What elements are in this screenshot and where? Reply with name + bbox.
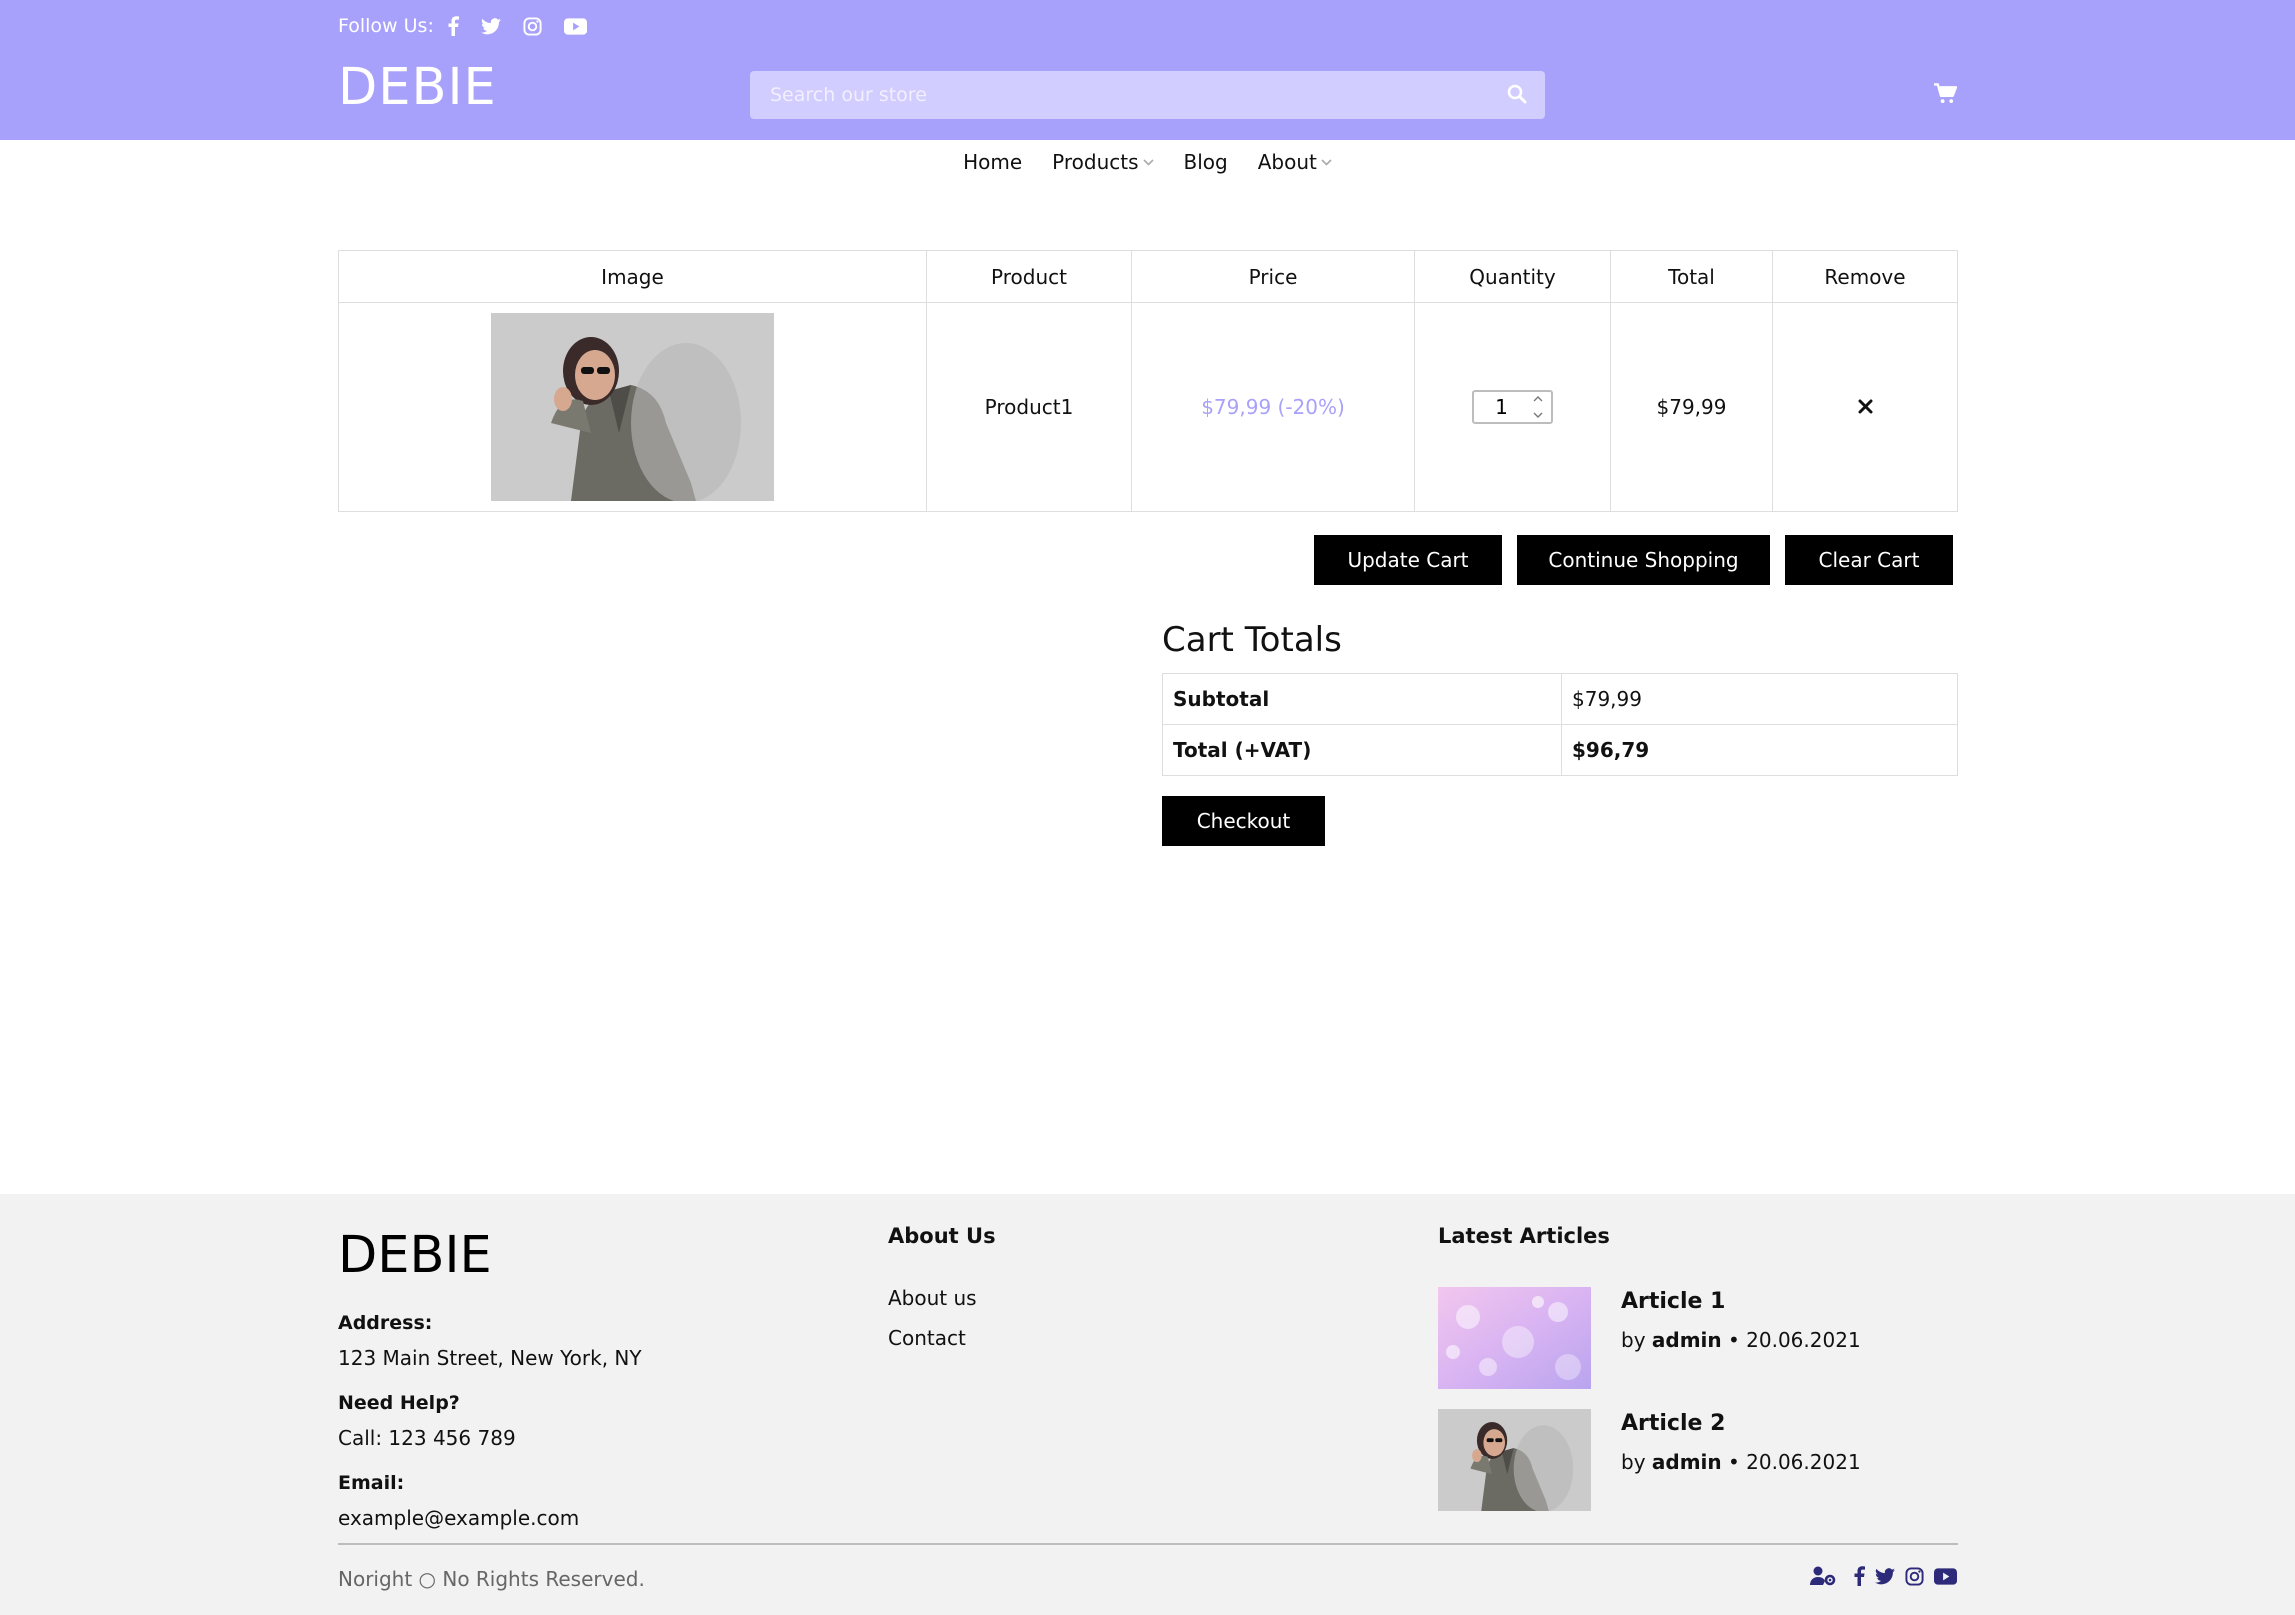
nav-products[interactable]: Products <box>1052 150 1154 174</box>
cart-totals-title: Cart Totals <box>1162 620 1342 660</box>
address-text: 123 Main Street, New York, NY <box>338 1346 642 1370</box>
twitter-icon[interactable] <box>480 17 501 35</box>
chevron-up-icon[interactable] <box>1533 396 1543 402</box>
search-input[interactable] <box>750 71 1545 119</box>
article-author[interactable]: admin <box>1652 1450 1722 1474</box>
site-logo[interactable]: DEBIE <box>338 58 497 117</box>
clear-cart-button[interactable]: Clear Cart <box>1785 535 1953 585</box>
about-us-heading: About Us <box>888 1224 996 1248</box>
article-item[interactable]: Article 2 by admin • 20.06.2021 <box>1438 1409 1958 1511</box>
footer-link-contact[interactable]: Contact <box>888 1326 966 1350</box>
continue-shopping-button[interactable]: Continue Shopping <box>1517 535 1770 585</box>
subtotal-label: Subtotal <box>1162 673 1562 725</box>
nav-home[interactable]: Home <box>963 150 1022 174</box>
nav-blog-label: Blog <box>1183 150 1228 174</box>
main-nav: Home Products Blog About <box>0 150 2295 174</box>
nav-about-label: About <box>1257 150 1317 174</box>
quantity-stepper <box>1472 390 1553 424</box>
footer-icons <box>1800 1566 1957 1586</box>
quantity-input[interactable] <box>1474 395 1529 419</box>
column-header-price: Price <box>1131 250 1415 303</box>
article-by: by <box>1621 1328 1646 1352</box>
youtube-icon[interactable] <box>563 17 587 35</box>
chevron-down-icon <box>1142 158 1154 166</box>
article-meta: by admin • 20.06.2021 <box>1621 1328 1861 1352</box>
facebook-icon[interactable] <box>1854 1566 1865 1586</box>
cart-product-name[interactable]: Product1 <box>926 302 1132 512</box>
help-phone: Call: 123 456 789 <box>338 1426 516 1450</box>
article-author[interactable]: admin <box>1652 1328 1722 1352</box>
search-bar <box>750 71 1545 119</box>
user-settings-icon[interactable] <box>1810 1566 1836 1586</box>
cart-totals-table: Subtotal $79,99 Total (+VAT) $96,79 <box>1162 673 1958 776</box>
instagram-icon[interactable] <box>523 16 542 36</box>
footer-divider <box>338 1543 1958 1545</box>
article-date: • 20.06.2021 <box>1728 1450 1861 1474</box>
total-value: $96,79 <box>1561 724 1958 776</box>
facebook-icon[interactable] <box>448 16 459 36</box>
chevron-down-icon[interactable] <box>1533 412 1543 418</box>
column-header-product: Product <box>926 250 1132 303</box>
cart-table: Image Product Price Quantity Total Remov… <box>338 250 1958 512</box>
email-label: Email: <box>338 1472 405 1494</box>
close-icon[interactable] <box>1858 395 1873 419</box>
product-image[interactable] <box>491 313 774 501</box>
email-link[interactable]: example@example.com <box>338 1506 579 1530</box>
article-date: • 20.06.2021 <box>1728 1328 1861 1352</box>
search-icon[interactable] <box>1507 84 1527 108</box>
checkout-button[interactable]: Checkout <box>1162 796 1325 846</box>
column-header-quantity: Quantity <box>1414 250 1611 303</box>
article-by: by <box>1621 1450 1646 1474</box>
copyright-text: Noright ○ No Rights Reserved. <box>338 1567 645 1591</box>
follow-us: Follow Us: <box>338 12 609 40</box>
footer-logo[interactable]: DEBIE <box>338 1226 492 1285</box>
instagram-icon[interactable] <box>1905 1566 1924 1586</box>
follow-label: Follow Us: <box>338 15 434 37</box>
update-cart-button[interactable]: Update Cart <box>1314 535 1502 585</box>
latest-articles-heading: Latest Articles <box>1438 1224 1610 1248</box>
nav-about[interactable]: About <box>1258 150 1332 174</box>
article-meta: by admin • 20.06.2021 <box>1621 1450 1861 1474</box>
cart-table-header: Image Product Price Quantity Total Remov… <box>338 250 1958 303</box>
nav-home-label: Home <box>963 150 1023 174</box>
quantity-spinner[interactable] <box>1531 396 1545 418</box>
total-label: Total (+VAT) <box>1162 724 1562 776</box>
column-header-total: Total <box>1610 250 1773 303</box>
table-row: Product1 $79,99 (-20%) $79,99 <box>338 302 1958 512</box>
cart-remove-cell <box>1772 302 1958 512</box>
cart-row-total: $79,99 <box>1610 302 1773 512</box>
article-thumbnail[interactable] <box>1438 1409 1591 1511</box>
cart-icon[interactable] <box>1934 83 1958 108</box>
table-row: Total (+VAT) $96,79 <box>1162 724 1958 776</box>
address-label: Address: <box>338 1312 433 1334</box>
subtotal-value: $79,99 <box>1561 673 1958 725</box>
cart-image-cell <box>338 302 927 512</box>
cart-product-price: $79,99 (-20%) <box>1131 302 1415 512</box>
twitter-icon[interactable] <box>1875 1567 1895 1585</box>
table-row: Subtotal $79,99 <box>1162 673 1958 725</box>
nav-blog[interactable]: Blog <box>1184 150 1228 174</box>
nav-products-label: Products <box>1052 150 1139 174</box>
column-header-image: Image <box>338 250 927 303</box>
help-label: Need Help? <box>338 1392 460 1414</box>
footer-link-about-us[interactable]: About us <box>888 1286 977 1310</box>
article-thumbnail[interactable] <box>1438 1287 1591 1389</box>
chevron-down-icon <box>1321 158 1332 166</box>
article-title[interactable]: Article 2 <box>1621 1411 1725 1436</box>
cart-quantity-cell <box>1414 302 1611 512</box>
column-header-remove: Remove <box>1772 250 1958 303</box>
header-social-links <box>448 16 609 36</box>
article-item[interactable]: Article 1 by admin • 20.06.2021 <box>1438 1287 1958 1389</box>
youtube-icon[interactable] <box>1934 1567 1957 1585</box>
article-title[interactable]: Article 1 <box>1621 1289 1725 1314</box>
